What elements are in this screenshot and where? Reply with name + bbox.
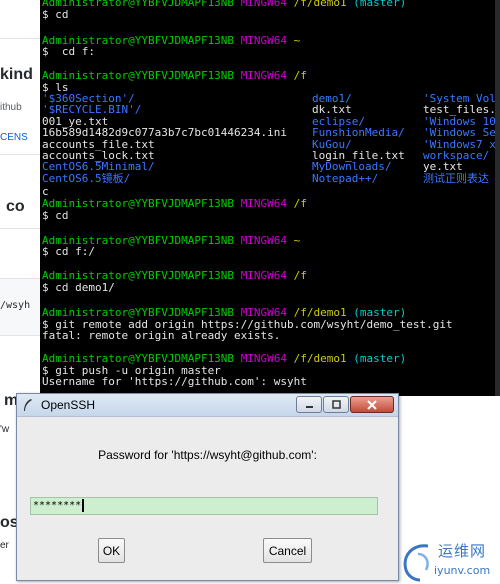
terminal-scrollbar[interactable] bbox=[495, 0, 500, 396]
close-icon bbox=[367, 399, 377, 410]
dialog-titlebar[interactable]: OpenSSH bbox=[17, 394, 398, 417]
bg-text: er bbox=[0, 540, 9, 551]
bg-text: 'w bbox=[0, 424, 10, 435]
password-value: ******** bbox=[33, 500, 82, 511]
ls-entry: Notepad++/ bbox=[312, 171, 379, 185]
output-line: Username for 'https://github.com': wsyht bbox=[42, 375, 307, 388]
bg-text: co bbox=[6, 198, 25, 215]
command-line: $ cd bbox=[42, 209, 69, 222]
site-watermark: 运维网 iyunv.com bbox=[398, 538, 500, 584]
watermark-en: iyunv.com bbox=[434, 564, 491, 577]
bg-text: ithub bbox=[0, 102, 22, 113]
watermark-logo-icon bbox=[403, 544, 429, 582]
divider bbox=[0, 38, 40, 39]
ls-column-2: demo1/dk.txt eclipse/FunshionMedia/KuGou/… bbox=[312, 93, 405, 185]
bg-text: CENS bbox=[0, 132, 28, 143]
prompt-line: Administrator@YYBFVJDMAPF13NB MINGW64 /f… bbox=[42, 352, 407, 365]
window-controls bbox=[295, 396, 394, 413]
ls-entry: CentOS6.5镜板/ bbox=[42, 171, 131, 185]
minimize-icon bbox=[305, 406, 313, 408]
ls-entry: 'Windows Se bbox=[423, 126, 496, 140]
ok-button[interactable]: OK bbox=[98, 538, 125, 563]
text-caret bbox=[82, 498, 85, 512]
prompt-line: Administrator@YYBFVJDMAPF13NB MINGW64 /f… bbox=[42, 306, 407, 319]
command-line: $ cd demo1/ bbox=[42, 281, 115, 294]
dialog-body: Password for 'https://wsyht@github.com':… bbox=[17, 417, 398, 580]
output-line: c bbox=[42, 185, 49, 198]
prompt-line: Administrator@YYBFVJDMAPF13NB MINGW64 /f bbox=[42, 197, 307, 210]
password-field[interactable]: ******** bbox=[30, 497, 378, 515]
prompt-line: Administrator@YYBFVJDMAPF13NB MINGW64 /f bbox=[42, 69, 307, 82]
divider bbox=[0, 154, 40, 155]
divider bbox=[0, 228, 40, 229]
mingw64-terminal[interactable]: Administrator@YYBFVJDMAPF13NB MINGW64 /f… bbox=[40, 0, 500, 396]
command-line: $ cd f:/ bbox=[42, 245, 95, 258]
command-line: $ cd f: bbox=[42, 45, 95, 58]
close-button[interactable] bbox=[350, 396, 394, 413]
dialog-title: OpenSSH bbox=[41, 398, 96, 412]
bg-text: kind bbox=[0, 66, 33, 83]
ls-column-1: '$360Section'/'$RECYCLE.BIN'/001_ye.txt 1… bbox=[42, 93, 288, 185]
openssh-dialog: OpenSSH Password for 'https://wsyht@gith… bbox=[16, 393, 399, 581]
watermark-cn: 运维网 bbox=[438, 542, 487, 560]
feather-icon bbox=[24, 399, 32, 411]
minimize-button[interactable] bbox=[296, 396, 322, 413]
prompt-line: Administrator@YYBFVJDMAPF13NB MINGW64 /f… bbox=[42, 0, 407, 9]
bg-text: /wsyh bbox=[0, 300, 31, 311]
ls-entry: 16b589d1482d9c077a3b7c7bc01446234.ini bbox=[42, 126, 288, 140]
maximize-icon bbox=[331, 400, 341, 409]
prompt-line: Administrator@YYBFVJDMAPF13NB MINGW64 /f bbox=[42, 269, 307, 282]
maximize-button[interactable] bbox=[323, 396, 349, 413]
cancel-button[interactable]: Cancel bbox=[263, 538, 312, 563]
ls-column-3: 'System Vol test_files. 'Windows 10 'Window… bbox=[423, 93, 496, 185]
output-line: fatal: remote origin already exists. bbox=[42, 329, 281, 342]
ls-entry: FunshionMedia/ bbox=[312, 126, 405, 140]
password-prompt-label: Password for 'https://wsyht@github.com': bbox=[98, 448, 317, 462]
command-line: $ cd bbox=[42, 8, 69, 21]
ls-entry: 测试正则表达 bbox=[423, 171, 489, 185]
